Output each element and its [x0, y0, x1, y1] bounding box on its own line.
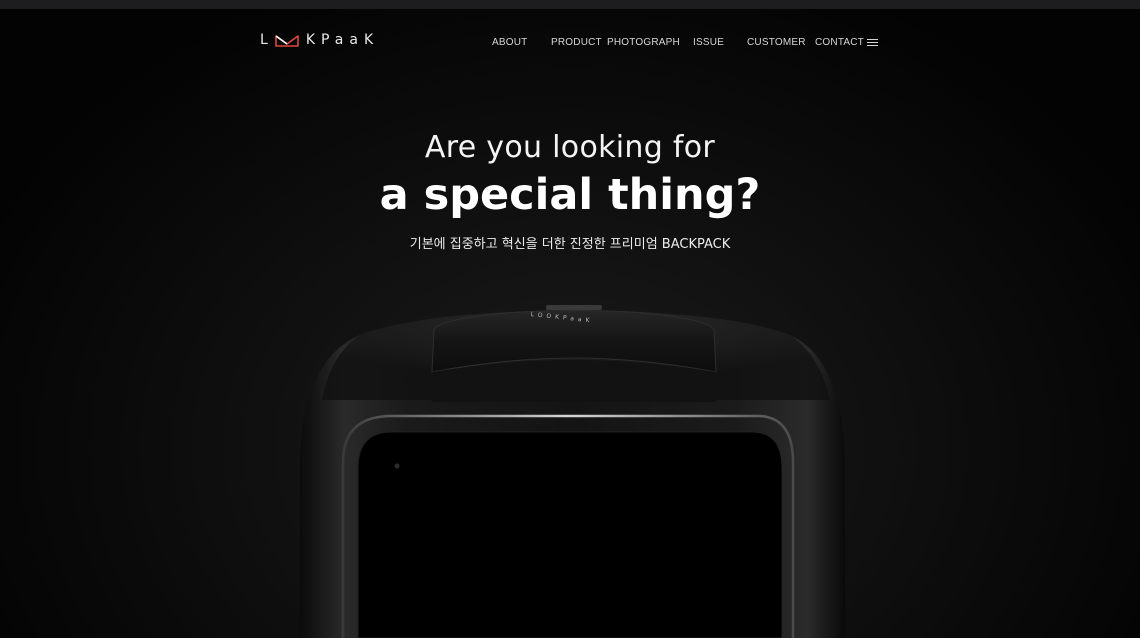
logo-text-right: KPaaK — [305, 32, 380, 48]
nav-item-contact[interactable]: CONTACT — [815, 37, 864, 49]
hero-heading-line1: Are you looking for — [424, 130, 716, 165]
nav-item-product[interactable]: PRODUCT — [551, 37, 602, 49]
nav-item-photograph[interactable]: PHOTOGRAPH — [607, 37, 680, 49]
logo-infinity-icon — [275, 35, 299, 47]
header: L KPaaK ABOUT PRODUCT PHOTOGRAPH ISSUE C… — [0, 9, 1140, 69]
logo[interactable]: L KPaaK — [260, 31, 379, 49]
hero-heading-line2: a special thing? — [379, 170, 761, 220]
hero-subtitle: 기본에 집중하고 혁신을 더한 진정한 프리미엄 BACKPACK — [409, 237, 731, 252]
page: LOOKPaaK L KPaaK ABOUT PRODUCT PHOTOGRAP… — [0, 0, 1140, 638]
hero: Are you looking for a special thing? 기본에… — [0, 120, 1140, 254]
logo-text-left: L — [260, 32, 274, 48]
nav-item-issue[interactable]: ISSUE — [693, 37, 724, 49]
nav-item-about[interactable]: ABOUT — [492, 37, 527, 49]
nav-item-customer[interactable]: CUSTOMER — [747, 37, 806, 49]
hamburger-icon[interactable] — [867, 39, 878, 48]
